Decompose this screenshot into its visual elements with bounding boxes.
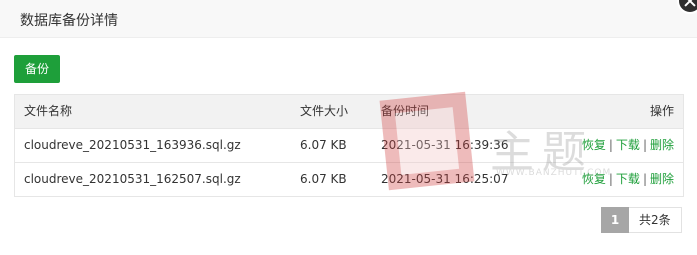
pagination: 1 共2条 [601, 207, 682, 233]
backup-table: 文件名称 文件大小 备份时间 操作 cloudreve_20210531_163… [14, 94, 684, 197]
backup-button[interactable]: 备份 [14, 55, 60, 83]
page-total-count: 共2条 [629, 207, 682, 233]
file-name: cloudreve_20210531_162507.sql.gz [24, 172, 241, 186]
restore-link[interactable]: 恢复 [582, 172, 606, 186]
row-actions: 恢复 | 下载 | 删除 [582, 129, 674, 162]
table-header: 文件名称 文件大小 备份时间 操作 [15, 95, 683, 128]
backup-time: 2021-05-31 16:25:07 [381, 172, 509, 186]
file-name: cloudreve_20210531_163936.sql.gz [24, 138, 241, 152]
row-actions: 恢复 | 下载 | 删除 [582, 163, 674, 196]
separator: | [608, 138, 613, 152]
table-row: cloudreve_20210531_162507.sql.gz 6.07 KB… [15, 162, 683, 196]
column-header-time: 备份时间 [381, 104, 430, 118]
file-size: 6.07 KB [300, 172, 347, 186]
column-header-name: 文件名称 [24, 104, 73, 118]
dialog-header: 数据库备份详情 [0, 0, 697, 38]
column-header-ops: 操作 [649, 104, 674, 118]
separator: | [608, 172, 613, 186]
separator: | [642, 172, 647, 186]
file-size: 6.07 KB [300, 138, 347, 152]
download-link[interactable]: 下载 [616, 172, 640, 186]
delete-link[interactable]: 删除 [650, 138, 674, 152]
page-current[interactable]: 1 [601, 207, 629, 233]
delete-link[interactable]: 删除 [650, 172, 674, 186]
column-header-size: 文件大小 [300, 104, 349, 118]
separator: | [642, 138, 647, 152]
table-row: cloudreve_20210531_163936.sql.gz 6.07 KB… [15, 128, 683, 162]
backup-time: 2021-05-31 16:39:36 [381, 138, 509, 152]
download-link[interactable]: 下载 [616, 138, 640, 152]
dialog-title: 数据库备份详情 [20, 13, 118, 29]
restore-link[interactable]: 恢复 [582, 138, 606, 152]
